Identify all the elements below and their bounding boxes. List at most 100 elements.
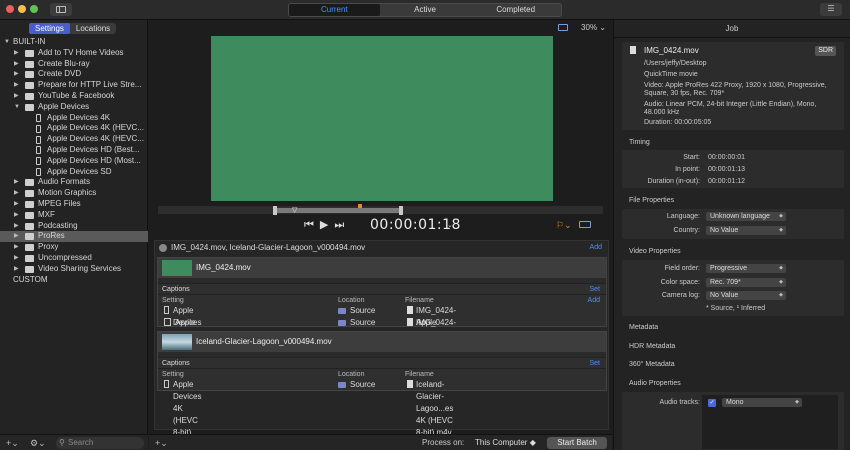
sidebar-item[interactable]: ▶ Proxy: [0, 242, 148, 253]
language-popup[interactable]: Unknown language: [706, 212, 786, 221]
search-input[interactable]: Search: [56, 437, 144, 449]
camera-log-popup[interactable]: No Value: [706, 291, 786, 300]
viewer-display-icon[interactable]: [558, 24, 568, 31]
disclosure-triangle-icon[interactable]: ▶: [14, 48, 19, 59]
disclosure-triangle-icon[interactable]: ▶: [14, 210, 19, 221]
file-icon: [407, 306, 413, 314]
sidebar-item[interactable]: Apple Devices 4K (HEVC...: [0, 134, 148, 145]
sidebar-item[interactable]: ▶ Audio Formats: [0, 177, 148, 188]
metadata-section[interactable]: Metadata: [629, 324, 658, 331]
hdr-metadata-section[interactable]: HDR Metadata: [629, 343, 675, 350]
process-target-popup[interactable]: This Computer ◆: [475, 438, 536, 447]
sidebar-item[interactable]: ▶ MPEG Files: [0, 199, 148, 210]
minimize-window-button[interactable]: [18, 5, 26, 13]
disclosure-triangle-icon[interactable]: ▼: [14, 102, 20, 113]
disclosure-triangle-icon[interactable]: ▶: [14, 177, 19, 188]
sidebar-item[interactable]: ▶ Create Blu-ray: [0, 59, 148, 70]
add-job-link[interactable]: Add: [590, 241, 602, 255]
sidebar-item[interactable]: ▶ Podcasting: [0, 221, 148, 232]
out-point-handle[interactable]: [399, 206, 403, 215]
setting-group-icon: [25, 265, 34, 273]
sidebar-item[interactable]: ▶ YouTube & Facebook: [0, 91, 148, 102]
next-frame-icon[interactable]: ⏭: [334, 219, 344, 231]
sidebar-item[interactable]: ▼ Apple Devices: [0, 102, 148, 113]
sidebar-item[interactable]: Apple Devices HD (Best...: [0, 145, 148, 156]
sidebar-section-header[interactable]: CUSTOM: [0, 275, 148, 286]
duration-value[interactable]: 00:00:01:12: [708, 178, 745, 185]
start-batch-button[interactable]: Start Batch: [547, 437, 607, 449]
sidebar-section-header[interactable]: ▼ BUILT-IN: [0, 37, 148, 48]
sidebar-toggle-button[interactable]: [50, 3, 72, 16]
disclosure-triangle-icon[interactable]: ▶: [14, 253, 19, 264]
audio-track-popup[interactable]: Mono: [722, 398, 802, 407]
disclosure-triangle-icon[interactable]: ▶: [14, 80, 19, 91]
sidebar-item[interactable]: ▶ Video Sharing Services: [0, 264, 148, 275]
sidebar-item-label: Proxy: [38, 242, 59, 252]
inspector-icon: ☰: [827, 4, 835, 13]
tab-active[interactable]: Active: [380, 4, 471, 16]
disclosure-triangle-icon[interactable]: ▶: [14, 91, 19, 102]
disclosure-triangle-icon[interactable]: ▶: [14, 69, 19, 80]
sidebar-item-label: Uncompressed: [38, 252, 92, 262]
disclosure-triangle-icon[interactable]: ▶: [14, 188, 19, 199]
audio-track-checkbox[interactable]: ✓: [708, 399, 716, 407]
output-row[interactable]: Apple ProRes 422 Source IMG_0424-Apple P…: [158, 317, 606, 363]
disclosure-triangle-icon[interactable]: ▶: [14, 199, 19, 210]
job-thumbnail: [162, 260, 192, 276]
disclosure-triangle-icon[interactable]: ▼: [4, 37, 10, 48]
disclosure-triangle-icon[interactable]: ▶: [14, 264, 19, 275]
output-row[interactable]: Apple Devices 4K Source IMG_0424-Apple D…: [158, 305, 606, 351]
disclosure-triangle-icon[interactable]: ▶: [14, 242, 19, 253]
audio-properties-section[interactable]: Audio Properties: [629, 380, 681, 387]
tab-completed[interactable]: Completed: [470, 4, 561, 16]
output-location: Source: [350, 318, 376, 327]
playhead-icon[interactable]: ▽: [292, 206, 297, 214]
disclosure-triangle-icon[interactable]: ▶: [14, 59, 19, 70]
marker-flag-icon[interactable]: ⚐⌄: [556, 220, 572, 231]
zoom-window-button[interactable]: [30, 5, 38, 13]
add-setting-button[interactable]: +⌄: [6, 438, 19, 449]
in-point-handle[interactable]: [273, 206, 277, 215]
tab-locations[interactable]: Locations: [70, 23, 116, 34]
sidebar-item[interactable]: ▶ MXF: [0, 210, 148, 221]
disclosure-triangle-icon[interactable]: ▶: [14, 231, 19, 242]
sidebar-item[interactable]: Apple Devices HD (Most...: [0, 156, 148, 167]
zoom-popup[interactable]: 30% ⌄: [581, 23, 606, 32]
in-point-value[interactable]: 00:00:01:13: [708, 166, 745, 173]
sidebar-item[interactable]: ▶ Uncompressed: [0, 253, 148, 264]
sidebar-item[interactable]: Apple Devices SD: [0, 167, 148, 178]
sidebar-item[interactable]: ▶ Create DVD: [0, 69, 148, 80]
captions-label: Captions: [162, 286, 190, 293]
file-path: /Users/jeffy/Desktop: [644, 60, 707, 67]
device-icon: [36, 124, 41, 133]
add-button[interactable]: +⌄: [155, 438, 168, 449]
file-properties-box: Language: Unknown language Country: No V…: [622, 209, 844, 239]
sidebar-item[interactable]: Apple Devices 4K (HEVC...: [0, 123, 148, 134]
gear-icon[interactable]: ⚙⌄: [30, 438, 46, 449]
close-window-button[interactable]: [6, 5, 14, 13]
sidebar-item[interactable]: ▶ ProRes: [0, 231, 148, 243]
country-popup[interactable]: No Value: [706, 226, 786, 235]
color-space-popup[interactable]: Rec. 709*: [706, 278, 786, 287]
field-order-popup[interactable]: Progressive: [706, 264, 786, 273]
job-header[interactable]: Iceland-Glacier-Lagoon_v000494.mov: [158, 332, 606, 352]
tab-current[interactable]: Current: [289, 4, 380, 16]
start-value[interactable]: 00:00:00:01: [708, 154, 745, 161]
tab-settings[interactable]: Settings: [29, 23, 70, 34]
sidebar-item[interactable]: ▶ Motion Graphics: [0, 188, 148, 199]
output-row[interactable]: Apple Devices 4K (HEVC 8-bit) Source Ice…: [158, 379, 606, 437]
play-icon[interactable]: ▶: [320, 219, 328, 231]
setting-group-icon: [25, 211, 34, 219]
inspector-toggle-button[interactable]: ☰: [820, 3, 842, 16]
sidebar-section-label: BUILT-IN: [13, 37, 46, 46]
chevron-down-icon[interactable]: ⌄: [447, 221, 453, 229]
sidebar-item[interactable]: ▶ Add to TV Home Videos: [0, 48, 148, 59]
job-header[interactable]: IMG_0424.mov: [158, 258, 606, 278]
sidebar-item[interactable]: ▶ Prepare for HTTP Live Stre...: [0, 80, 148, 91]
360-metadata-section[interactable]: 360° Metadata: [629, 361, 675, 368]
sidebar-item[interactable]: Apple Devices 4K: [0, 113, 148, 124]
disclosure-triangle-icon[interactable]: ▶: [14, 221, 19, 232]
display-output-icon[interactable]: [579, 221, 591, 228]
previous-frame-icon[interactable]: ⏮: [304, 219, 314, 231]
prores-icon: [164, 318, 171, 326]
